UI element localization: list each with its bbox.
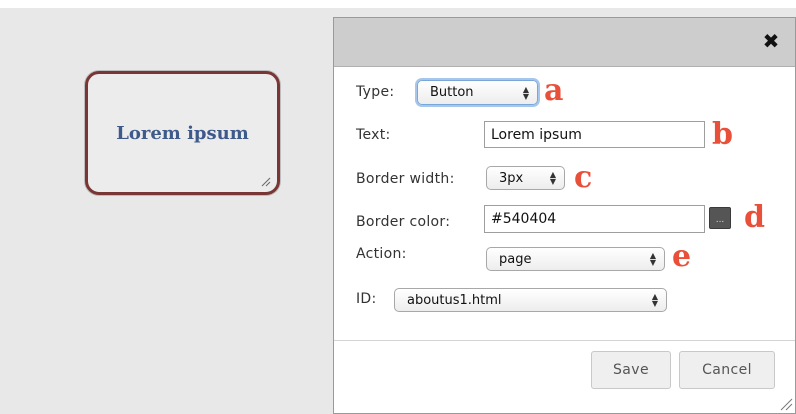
border-color-input[interactable]: #540404: [484, 205, 705, 233]
text-label: Text:: [356, 127, 391, 143]
preview-button-label: Lorem ipsum: [116, 122, 249, 144]
marker-b: b: [712, 117, 733, 152]
type-select[interactable]: Button ▲ ▼: [417, 80, 538, 105]
type-select-value: Button: [430, 85, 474, 100]
action-select-value: page: [499, 251, 532, 267]
id-select[interactable]: aboutus1.html ▲ ▼: [394, 288, 667, 312]
select-arrows-icon: ▲ ▼: [651, 292, 658, 308]
resize-handle-icon[interactable]: [261, 177, 271, 187]
save-button-label: Save: [613, 362, 649, 378]
border-width-select[interactable]: 3px ▲ ▼: [486, 166, 565, 190]
marker-a: a: [544, 73, 564, 108]
border-width-label: Border width:: [356, 171, 455, 187]
dialog-header: ✖: [334, 18, 795, 67]
top-strip: [0, 0, 796, 8]
action-select[interactable]: page ▲ ▼: [486, 247, 665, 271]
workspace-canvas: Lorem ipsum ✖ Type: Button ▲ ▼ a Text: Lo…: [0, 0, 796, 414]
properties-dialog: ✖ Type: Button ▲ ▼ a Text: Lorem ipsum b …: [333, 17, 796, 414]
cancel-button[interactable]: Cancel: [679, 351, 775, 389]
save-button[interactable]: Save: [591, 351, 671, 389]
select-arrows-icon: ▲ ▼: [549, 170, 556, 186]
cancel-button-label: Cancel: [702, 362, 752, 378]
id-label: ID:: [356, 291, 377, 307]
ellipsis-icon: ...: [715, 215, 725, 225]
text-input-value: Lorem ipsum: [491, 126, 582, 143]
border-width-value: 3px: [499, 170, 524, 186]
text-input[interactable]: Lorem ipsum: [484, 121, 705, 148]
close-icon[interactable]: ✖: [759, 29, 783, 53]
select-arrows-icon: ▲ ▼: [522, 84, 529, 101]
dialog-resize-handle-icon[interactable]: [779, 397, 793, 411]
preview-button[interactable]: Lorem ipsum: [85, 71, 280, 195]
action-label: Action:: [356, 246, 407, 262]
marker-d: d: [744, 200, 765, 235]
type-label: Type:: [356, 84, 395, 100]
id-select-value: aboutus1.html: [407, 292, 502, 308]
dialog-footer-divider: [334, 340, 795, 341]
border-color-label: Border color:: [356, 214, 451, 230]
marker-e: e: [672, 239, 692, 274]
select-arrows-icon: ▲ ▼: [649, 251, 656, 267]
color-picker-button[interactable]: ...: [709, 207, 731, 229]
marker-c: c: [574, 160, 593, 195]
border-color-value: #540404: [491, 211, 557, 227]
